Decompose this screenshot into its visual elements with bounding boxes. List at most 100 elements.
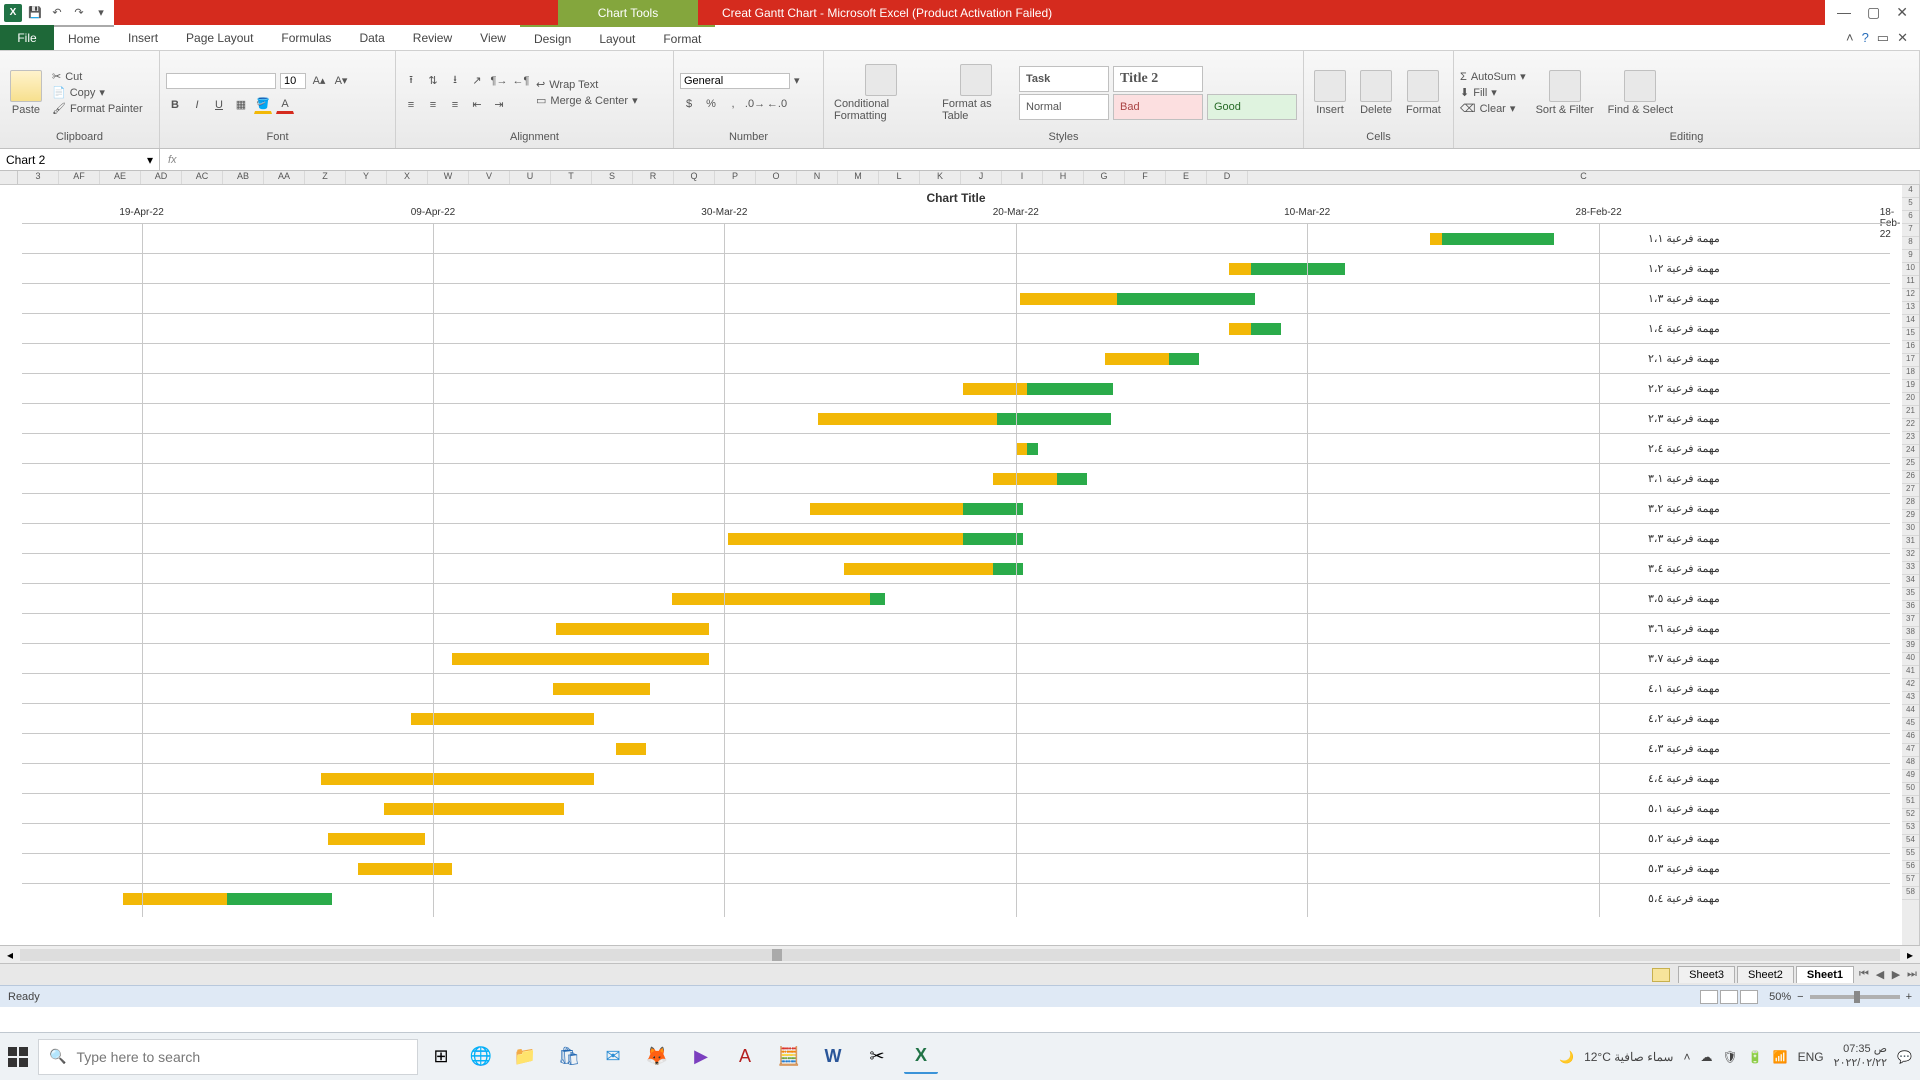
bar-segment-orange[interactable] [556,623,709,635]
select-all-corner[interactable] [0,171,18,184]
zoom-control[interactable]: 50% − + [1769,991,1912,1003]
orientation-icon[interactable]: ↗ [468,72,486,90]
word-icon[interactable]: W [816,1040,850,1074]
bar-segment-orange[interactable] [616,743,646,755]
row-header[interactable]: 10 [1902,263,1919,276]
bar-segment-orange[interactable] [993,473,1057,485]
column-header[interactable]: J [961,171,1002,184]
snipping-tool-icon[interactable]: ✂ [860,1040,894,1074]
design-tab[interactable]: Design [520,27,585,50]
row-header[interactable]: 37 [1902,614,1919,627]
row-header[interactable]: 8 [1902,237,1919,250]
firefox-icon[interactable]: 🦊 [640,1040,674,1074]
column-header[interactable]: C [1248,171,1920,184]
row-header[interactable]: 27 [1902,484,1919,497]
column-header[interactable]: AA [264,171,305,184]
sheet1-tab[interactable]: Sheet1 [1796,966,1854,983]
row-header[interactable]: 4 [1902,185,1919,198]
row-header[interactable]: 6 [1902,211,1919,224]
cut-button[interactable]: ✂ Cut [52,70,143,83]
align-right-icon[interactable]: ≡ [446,96,464,114]
column-header[interactable]: Y [346,171,387,184]
format-tab[interactable]: Format [649,27,715,50]
battery-icon[interactable]: 🔋 [1748,1050,1763,1064]
insert-sheet-icon[interactable] [1652,968,1670,982]
maximize-icon[interactable]: ▢ [1867,4,1880,21]
bar-segment-orange[interactable] [963,383,1027,395]
zoom-out-icon[interactable]: − [1797,991,1803,1003]
delete-cells-button[interactable]: Delete [1356,68,1396,118]
increase-font-icon[interactable]: A▴ [310,72,328,90]
ltr-icon[interactable]: ¶→ [490,72,508,90]
row-header[interactable]: 41 [1902,666,1919,679]
weather-icon[interactable]: 🌙 [1559,1050,1574,1064]
excel-taskbar-icon[interactable]: X [904,1040,938,1074]
prev-sheet-icon[interactable]: ◀ [1872,968,1888,981]
horizontal-scrollbar[interactable]: ◂ ▸ [0,945,1920,963]
clear-button[interactable]: ⌫ Clear ▾ [1460,102,1526,115]
review-tab[interactable]: Review [399,25,466,50]
column-header[interactable]: M [838,171,879,184]
row-header[interactable]: 19 [1902,380,1919,393]
column-header[interactable]: R [633,171,674,184]
row-header[interactable]: 11 [1902,276,1919,289]
column-header[interactable]: K [920,171,961,184]
bar-segment-green[interactable] [997,413,1111,425]
name-box[interactable]: Chart 2 ▾ [0,149,160,170]
media-player-icon[interactable]: ▶ [684,1040,718,1074]
row-header[interactable]: 29 [1902,510,1919,523]
column-header[interactable]: T [551,171,592,184]
row-header[interactable]: 31 [1902,536,1919,549]
file-explorer-icon[interactable]: 📁 [508,1040,542,1074]
bar-segment-orange[interactable] [844,563,993,575]
formulas-tab[interactable]: Formulas [267,25,345,50]
start-button[interactable] [8,1047,28,1067]
row-header[interactable]: 33 [1902,562,1919,575]
bar-segment-green[interactable] [1251,263,1344,275]
bar-segment-orange[interactable] [328,833,425,845]
fill-color-button[interactable]: 🪣 [254,96,272,114]
column-header[interactable]: 3 [18,171,59,184]
bar-segment-green[interactable] [1251,323,1281,335]
row-header[interactable]: 49 [1902,770,1919,783]
security-icon[interactable]: 🛡 [1723,1050,1738,1064]
wifi-icon[interactable]: 📶 [1773,1050,1788,1064]
column-header[interactable]: E [1166,171,1207,184]
bar-segment-green[interactable] [993,563,1023,575]
row-header[interactable]: 46 [1902,731,1919,744]
column-header[interactable]: X [387,171,428,184]
first-sheet-icon[interactable]: ⏮ [1856,968,1872,981]
currency-icon[interactable]: $ [680,95,698,113]
save-icon[interactable]: 💾 [26,4,44,22]
row-header[interactable]: 55 [1902,848,1919,861]
border-button[interactable]: ▦ [232,96,250,114]
merge-center-button[interactable]: ▭ Merge & Center ▾ [536,94,638,107]
row-header[interactable]: 58 [1902,887,1919,900]
row-header[interactable]: 35 [1902,588,1919,601]
row-header[interactable]: 54 [1902,835,1919,848]
tray-chevron-icon[interactable]: ˄ [1683,1050,1690,1064]
page-layout-tab[interactable]: Page Layout [172,25,267,50]
row-header[interactable]: 42 [1902,679,1919,692]
edge-icon[interactable]: 🌐 [464,1040,498,1074]
insert-tab[interactable]: Insert [114,25,172,50]
zoom-in-icon[interactable]: + [1906,991,1912,1003]
row-header[interactable]: 43 [1902,692,1919,705]
row-header[interactable]: 9 [1902,250,1919,263]
bar-segment-green[interactable] [227,893,332,905]
column-header[interactable]: F [1125,171,1166,184]
cell-styles-gallery[interactable]: Task Title 2 Normal Bad Good [1019,66,1297,120]
window-restore-icon[interactable]: ▭ [1877,30,1889,46]
zoom-slider[interactable] [1810,995,1900,999]
bar-segment-green[interactable] [1027,383,1113,395]
layout-tab[interactable]: Layout [585,27,649,50]
row-header[interactable]: 45 [1902,718,1919,731]
bar-segment-green[interactable] [1117,293,1255,305]
row-header[interactable]: 44 [1902,705,1919,718]
row-header[interactable]: 48 [1902,757,1919,770]
row-header[interactable]: 40 [1902,653,1919,666]
align-middle-icon[interactable]: ⇅ [424,72,442,90]
row-header[interactable]: 51 [1902,796,1919,809]
inc-decimal-icon[interactable]: .0→ [746,95,764,113]
row-header[interactable]: 22 [1902,419,1919,432]
